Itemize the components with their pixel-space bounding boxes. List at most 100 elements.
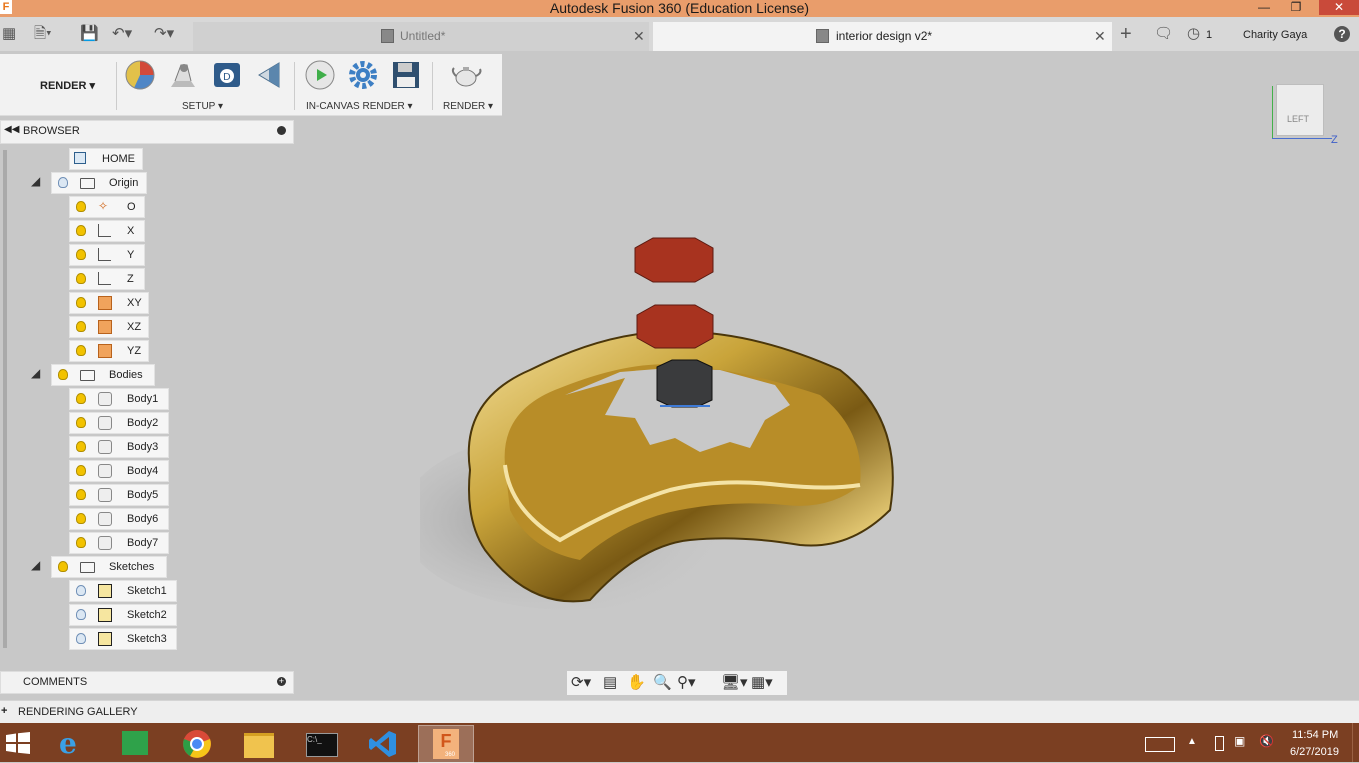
close-window-button[interactable]: ✕ [1319, 0, 1359, 15]
visibility-bulb-icon[interactable] [76, 345, 86, 356]
visibility-bulb-icon[interactable] [76, 393, 86, 404]
clock-date[interactable]: 6/27/2019 [1290, 746, 1339, 758]
body-item[interactable]: Body2 [69, 412, 169, 434]
grid-settings-icon[interactable]: ▦▾ [751, 673, 773, 691]
display-settings-icon[interactable]: 🖥▾ [721, 673, 748, 691]
user-name[interactable]: Charity Gaya [1243, 29, 1307, 41]
visibility-bulb-icon[interactable] [76, 297, 86, 308]
appearance-icon[interactable] [124, 59, 156, 91]
visibility-bulb-icon[interactable] [76, 633, 86, 644]
fit-icon[interactable]: ⚲▾ [677, 673, 696, 691]
browser-folder-sketches[interactable]: Sketches [51, 556, 167, 578]
visibility-bulb-icon[interactable] [76, 489, 86, 500]
body-item[interactable]: Body4 [69, 460, 169, 482]
expand-triangle-icon[interactable]: ◢ [31, 558, 40, 572]
model-canvas-render[interactable] [420, 220, 940, 620]
sketch-item[interactable]: Sketch1 [69, 580, 177, 602]
render-teapot-icon[interactable] [451, 59, 483, 91]
in-canvas-render-icon[interactable] [304, 59, 336, 91]
origin-axis-z[interactable]: Z [69, 268, 145, 290]
help-icon[interactable]: ? [1334, 26, 1350, 42]
network-icon[interactable]: ▣ [1234, 734, 1245, 748]
origin-point[interactable]: ✧ O [69, 196, 145, 218]
show-hidden-icons-icon[interactable]: ▲ [1187, 736, 1197, 747]
body-item[interactable]: Body3 [69, 436, 169, 458]
chrome-taskbar-icon[interactable] [170, 725, 224, 761]
browser-folder-origin[interactable]: Origin [51, 172, 147, 194]
zoom-icon[interactable]: 🔍 [653, 673, 672, 691]
visibility-bulb-icon[interactable] [76, 585, 86, 596]
close-tab-icon[interactable]: ✕ [1094, 28, 1106, 45]
collapse-panel-icon[interactable]: ◀◀ [4, 124, 19, 135]
viewcube-face[interactable] [1276, 84, 1324, 136]
undo-icon[interactable]: ↶▾ [112, 23, 132, 45]
visibility-bulb-icon[interactable] [76, 273, 86, 284]
rendering-gallery-bar[interactable]: + RENDERING GALLERY [0, 700, 1359, 723]
comments-panel[interactable]: COMMENTS + [0, 671, 294, 694]
origin-plane-yz[interactable]: YZ [69, 340, 149, 362]
browser-home[interactable]: HOME [69, 148, 143, 170]
fusion-logo-icon[interactable]: F [0, 0, 12, 14]
redo-icon[interactable]: ↷▾ [154, 23, 174, 45]
origin-plane-xz[interactable]: XZ [69, 316, 149, 338]
visibility-bulb-icon[interactable] [58, 369, 68, 380]
app-grid-icon[interactable]: ▦ [2, 23, 16, 45]
file-menu-icon[interactable]: 🗎▾ [34, 23, 52, 45]
decal-icon[interactable] [255, 59, 287, 91]
show-desktop-button[interactable] [1352, 723, 1359, 762]
viewcube[interactable]: LEFT Z [1272, 80, 1338, 146]
body-item[interactable]: Body7 [69, 532, 169, 554]
visibility-bulb-icon[interactable] [76, 513, 86, 524]
visibility-bulb-icon[interactable] [76, 201, 86, 212]
tab-untitled[interactable]: Untitled* ✕ [193, 22, 649, 51]
tab-interior-design[interactable]: interior design v2* ✕ [653, 22, 1112, 51]
file-explorer-taskbar-icon[interactable] [232, 725, 286, 761]
ie-taskbar-icon[interactable]: e [47, 725, 101, 761]
vscode-taskbar-icon[interactable] [356, 725, 410, 761]
keyboard-icon[interactable] [1145, 737, 1175, 752]
orbit-icon[interactable]: ⟳▾ [571, 673, 591, 691]
render-group-label[interactable]: RENDER ▾ [443, 101, 493, 112]
windows-start-icon[interactable] [6, 732, 30, 754]
workspace-switcher[interactable]: RENDER ▾ [40, 79, 95, 92]
minimize-button[interactable]: — [1249, 0, 1279, 15]
browser-scrollbar[interactable] [3, 150, 7, 648]
visibility-bulb-icon[interactable] [58, 561, 68, 572]
render-settings-gear-icon[interactable] [347, 59, 379, 91]
body-item[interactable]: Body1 [69, 388, 169, 410]
visibility-bulb-icon[interactable] [58, 177, 68, 188]
sketch-item[interactable]: Sketch3 [69, 628, 177, 650]
body-item[interactable]: Body6 [69, 508, 169, 530]
sketch-item[interactable]: Sketch2 [69, 604, 177, 626]
expand-triangle-icon[interactable]: ◢ [31, 174, 40, 188]
close-tab-icon[interactable]: ✕ [633, 28, 645, 45]
visibility-bulb-icon[interactable] [76, 537, 86, 548]
pan-hand-icon[interactable]: ✋ [627, 673, 646, 691]
visibility-bulb-icon[interactable] [76, 249, 86, 260]
origin-plane-xy[interactable]: XY [69, 292, 149, 314]
expand-gallery-icon[interactable]: + [1, 705, 7, 717]
scene-settings-icon[interactable]: D [211, 59, 243, 91]
save-icon[interactable]: 💾 [80, 23, 99, 45]
new-tab-icon[interactable]: + [1120, 23, 1132, 45]
visibility-bulb-icon[interactable] [76, 609, 86, 620]
battery-icon[interactable] [1215, 736, 1224, 751]
visibility-bulb-icon[interactable] [76, 441, 86, 452]
fusion360-taskbar-icon[interactable]: F 360 [418, 725, 474, 763]
origin-axis-y[interactable]: Y [69, 244, 145, 266]
physical-material-icon[interactable] [167, 59, 199, 91]
volume-muted-icon[interactable]: 🔇 [1259, 734, 1274, 748]
add-comment-icon[interactable]: + [277, 677, 286, 686]
body-item[interactable]: Body5 [69, 484, 169, 506]
visibility-bulb-icon[interactable] [76, 465, 86, 476]
maximize-button[interactable]: ❐ [1281, 0, 1311, 15]
clock-time[interactable]: 11:54 PM [1292, 729, 1338, 741]
command-prompt-taskbar-icon[interactable]: C:\_ [294, 725, 348, 761]
visibility-bulb-icon[interactable] [76, 225, 86, 236]
expand-triangle-icon[interactable]: ◢ [31, 366, 40, 380]
browser-panel-header[interactable]: ◀◀ BROWSER [0, 120, 294, 144]
setup-group-label[interactable]: SETUP ▾ [182, 101, 223, 112]
capture-image-icon[interactable] [390, 59, 422, 91]
look-at-icon[interactable]: ▤ [603, 673, 617, 691]
browser-folder-bodies[interactable]: Bodies [51, 364, 155, 386]
